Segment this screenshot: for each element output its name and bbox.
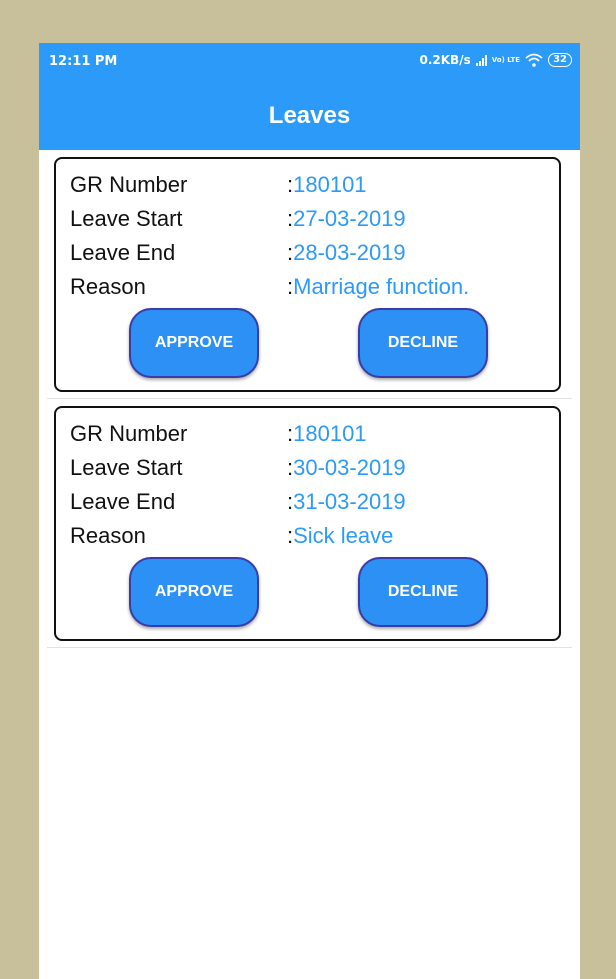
- reason-text: Sick leave: [293, 523, 394, 548]
- leave-end-label: Leave End: [70, 240, 176, 265]
- gr-number-text: 180101: [293, 172, 367, 197]
- volte-icon: Vo) LTE: [491, 55, 521, 64]
- reason-value: :Sick leave: [287, 523, 393, 549]
- signal-icon: [475, 54, 487, 66]
- status-icons: 0.2KB/s Vo) LTE 32: [419, 53, 572, 67]
- leave-start-text: 30-03-2019: [293, 455, 406, 480]
- wifi-icon: [525, 53, 543, 67]
- gr-number-label: GR Number: [70, 421, 188, 446]
- decline-button[interactable]: DECLINE: [358, 308, 488, 378]
- reason-value: :Marriage function.: [287, 274, 469, 300]
- reason-label: Reason: [70, 274, 146, 299]
- leave-end-text: 28-03-2019: [293, 240, 406, 265]
- list-item: GR Number :180101 Leave Start :27-03-201…: [39, 150, 580, 399]
- leave-end-value: :28-03-2019: [287, 240, 406, 266]
- list-item: GR Number :180101 Leave Start :30-03-201…: [39, 399, 580, 648]
- gr-number-value: :180101: [287, 172, 367, 198]
- leave-start-value: :30-03-2019: [287, 455, 406, 481]
- leave-end-value: :31-03-2019: [287, 489, 406, 515]
- page-title: Leaves: [268, 102, 351, 129]
- leave-start-text: 27-03-2019: [293, 206, 406, 231]
- status-bar: 12:11 PM 0.2KB/s Vo) LTE 32: [39, 43, 580, 79]
- reason-label: Reason: [70, 523, 146, 548]
- reason-text: Marriage function.: [293, 274, 470, 299]
- leave-card: GR Number :180101 Leave Start :27-03-201…: [54, 157, 561, 392]
- app-bar: Leaves: [39, 79, 580, 150]
- leave-start-label: Leave Start: [70, 206, 183, 231]
- leave-list: GR Number :180101 Leave Start :27-03-201…: [39, 150, 580, 648]
- approve-button[interactable]: APPROVE: [129, 557, 259, 627]
- leave-end-text: 31-03-2019: [293, 489, 406, 514]
- approve-button[interactable]: APPROVE: [129, 308, 259, 378]
- battery-icon: 32: [548, 53, 572, 67]
- divider: [47, 647, 572, 648]
- network-speed: 0.2KB/s: [419, 53, 471, 67]
- leave-end-label: Leave End: [70, 489, 176, 514]
- status-time: 12:11 PM: [49, 54, 118, 69]
- decline-button[interactable]: DECLINE: [358, 557, 488, 627]
- gr-number-text: 180101: [293, 421, 367, 446]
- phone-screen: 12:11 PM 0.2KB/s Vo) LTE 32 Leaves GR Nu…: [39, 43, 580, 979]
- leave-card: GR Number :180101 Leave Start :30-03-201…: [54, 406, 561, 641]
- leave-start-label: Leave Start: [70, 455, 183, 480]
- leave-start-value: :27-03-2019: [287, 206, 406, 232]
- gr-number-value: :180101: [287, 421, 367, 447]
- gr-number-label: GR Number: [70, 172, 188, 197]
